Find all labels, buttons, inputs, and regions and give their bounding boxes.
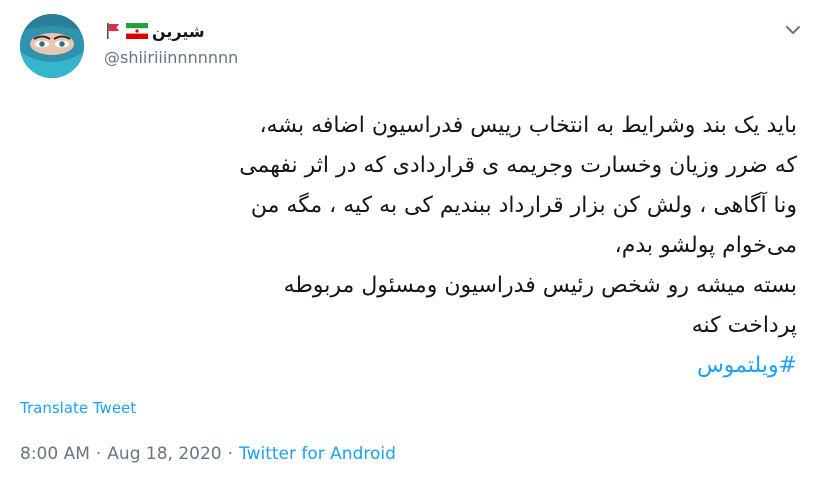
tweet-date[interactable]: Aug 18, 2020 (107, 444, 221, 464)
user-handle[interactable]: @shiiriiinnnnnnn (104, 48, 238, 67)
tweet-line: می‌خوام پولشو بدم، (614, 233, 797, 258)
tweet-text: باید یک بند وشرایط به انتخاب رییس فدراسی… (20, 106, 797, 386)
tweet-line: که ضرر وزیان وخسارت وجریمه ی قراردادی که… (239, 153, 797, 178)
tweet-meta: 8:00 AM · Aug 18, 2020 · Twitter for And… (20, 444, 396, 464)
red-flag-icon (104, 22, 122, 40)
meta-separator: · (227, 444, 234, 464)
tweet-line: ونا آگاهی ، ولش کن بزار قرارداد ببندیم ک… (250, 193, 797, 218)
tweet-line: باید یک بند وشرایط به انتخاب رییس فدراسی… (259, 113, 797, 138)
translate-tweet-link[interactable]: Translate Tweet (20, 399, 136, 417)
hashtag-link[interactable]: #ویلتموس (20, 346, 797, 386)
chevron-down-icon[interactable] (783, 20, 803, 40)
iran-flag-icon (126, 23, 148, 39)
meta-separator: · (95, 444, 102, 464)
avatar[interactable] (20, 14, 84, 78)
tweet-line: پرداخت کنه (691, 313, 797, 338)
display-name[interactable]: شیرین (152, 22, 205, 41)
tweet-line: بسته میشه رو شخص رئیس فدراسیون ومسئول مر… (283, 273, 797, 298)
tweet-time[interactable]: 8:00 AM (20, 444, 90, 464)
user-name-row[interactable]: شیرین (104, 20, 205, 42)
tweet-source-link[interactable]: Twitter for Android (239, 444, 396, 464)
